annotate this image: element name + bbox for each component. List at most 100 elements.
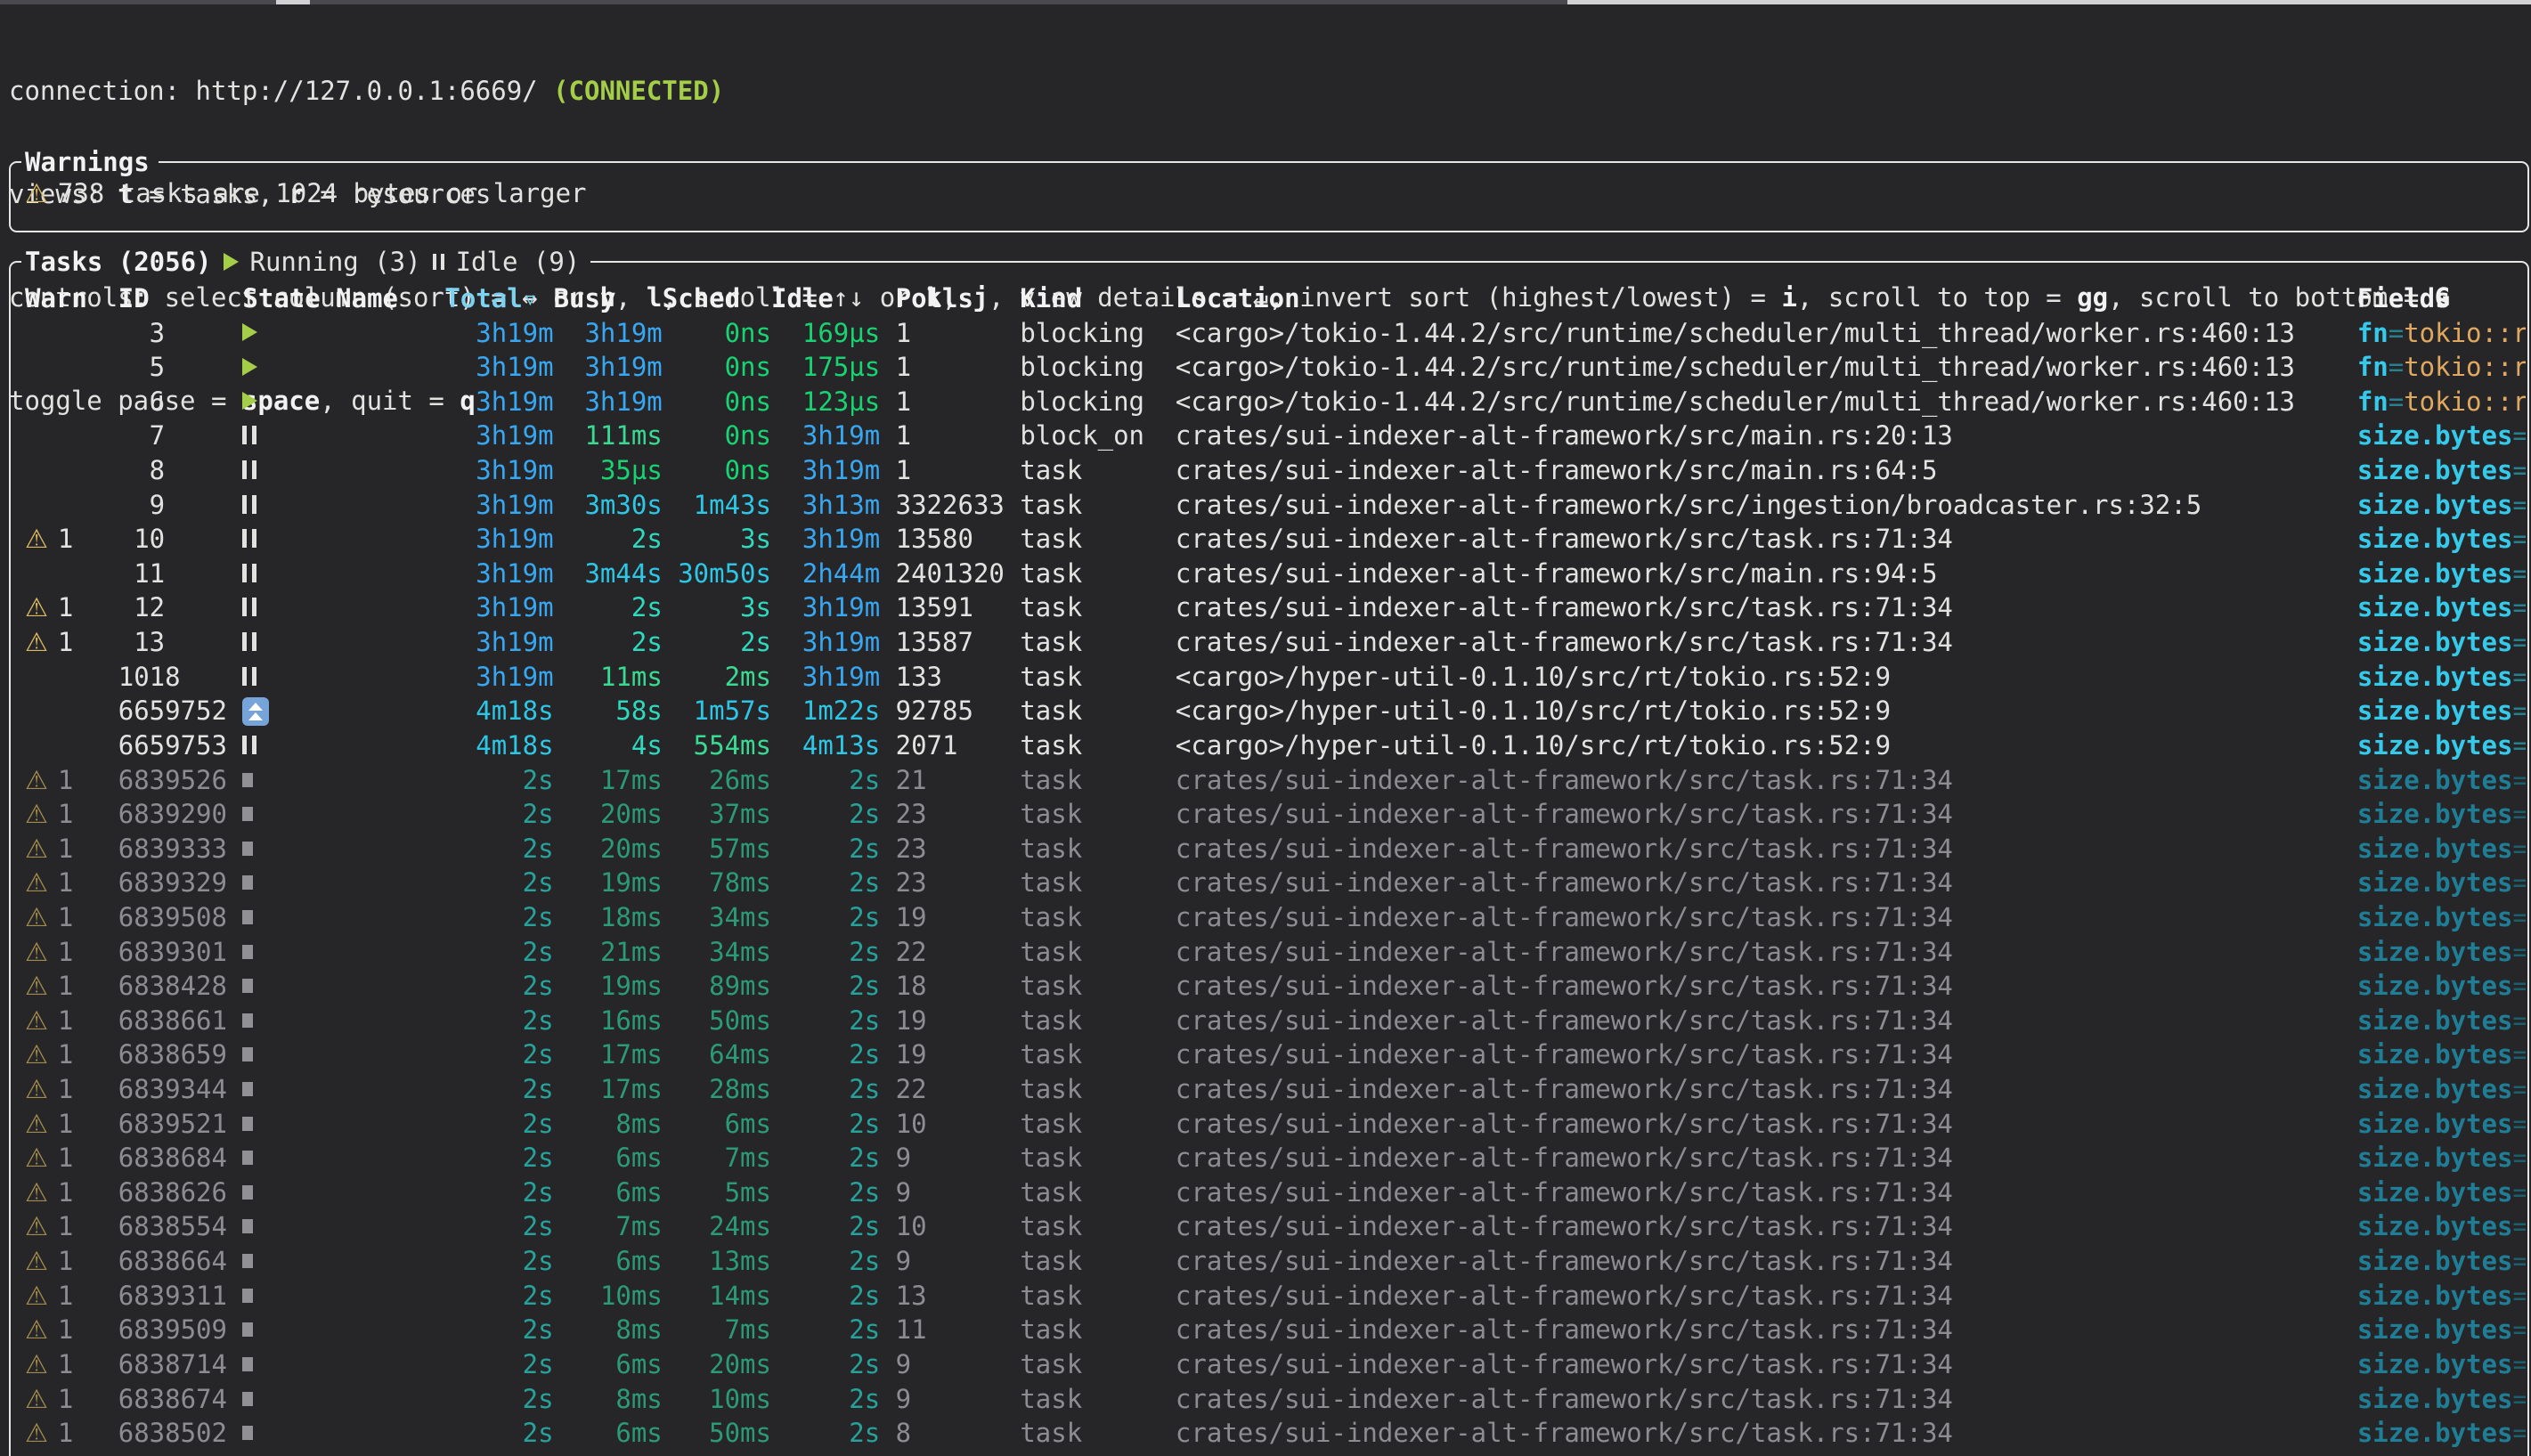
task-row[interactable]: 33h19m3h19m0ns169µs1blocking<cargo>/toki… <box>25 316 2526 351</box>
cell-total-duration: 2s <box>444 1037 553 1072</box>
task-row[interactable]: 63h19m3h19m0ns123µs1blocking<cargo>/toki… <box>25 385 2526 419</box>
cell-idle-duration: 2s <box>771 1416 880 1451</box>
cell-polls: 9 <box>896 1141 1021 1175</box>
total-value: 3h19m <box>476 318 553 348</box>
cell-fields: size.bytes= <box>2357 1072 2526 1107</box>
task-row[interactable]: ⚠1 103h19m2s3s3h19m13580taskcrates/sui-i… <box>25 522 2526 557</box>
col-header-sched[interactable]: Sched <box>663 281 771 316</box>
task-row[interactable]: ⚠168385542s7ms24ms2s10taskcrates/sui-ind… <box>25 1209 2526 1244</box>
busy-value: 3h19m <box>584 352 662 382</box>
tokio-console-app: { "info": { "connection": [ {"t": "conne… <box>0 0 2531 1444</box>
col-header-warn[interactable]: Warn <box>25 281 118 316</box>
idle-value: 2s <box>849 1039 880 1070</box>
task-row[interactable]: ⚠168393332s20ms57ms2s23taskcrates/sui-in… <box>25 832 2526 866</box>
col-header-total[interactable]: Total▿ <box>444 281 553 316</box>
cell-location: crates/sui-indexer-alt-framework/src/tas… <box>1176 1072 2357 1107</box>
col-header-name[interactable]: Name <box>336 281 444 316</box>
cell-location: crates/sui-indexer-alt-framework/src/tas… <box>1176 1244 2357 1279</box>
cell-state <box>242 316 336 351</box>
total-value: 2s <box>523 1211 554 1241</box>
cell-polls: 19 <box>896 1004 1021 1038</box>
total-value: 3h19m <box>476 592 553 622</box>
cell-busy-duration: 111ms <box>554 419 663 453</box>
total-value: 4m18s <box>476 730 553 761</box>
field-key: size.bytes <box>2357 937 2513 967</box>
task-row[interactable]: ⚠168395212s8ms6ms2s10taskcrates/sui-inde… <box>25 1107 2526 1142</box>
col-header-kind[interactable]: Kind <box>1020 281 1176 316</box>
idle-value: 1m22s <box>802 695 880 726</box>
task-row[interactable]: ⚠168386742s8ms10ms2s9taskcrates/sui-inde… <box>25 1382 2526 1417</box>
field-equals: = <box>2512 1109 2526 1139</box>
col-header-fields[interactable]: Fields <box>2357 281 2526 316</box>
task-row[interactable]: ⚠168387142s6ms20ms2s9taskcrates/sui-inde… <box>25 1347 2526 1382</box>
cell-sched-duration: 64ms <box>663 1037 771 1072</box>
cell-total-duration: 3h19m <box>444 385 553 419</box>
cell-busy-duration: 35µs <box>554 453 663 488</box>
task-row[interactable]: 113h19m3m44s30m50s2h44m2401320taskcrates… <box>25 557 2526 591</box>
cell-warn: ⚠1 <box>25 1209 118 1244</box>
running-icon <box>242 358 257 376</box>
col-header-busy[interactable]: Busy <box>554 281 663 316</box>
task-row[interactable]: ⚠168395092s8ms7ms2s11taskcrates/sui-inde… <box>25 1313 2526 1347</box>
cell-polls: 13591 <box>896 590 1021 625</box>
task-row[interactable]: ⚠168386842s6ms7ms2s9taskcrates/sui-index… <box>25 1141 2526 1175</box>
cell-idle-duration: 2s <box>771 866 880 900</box>
task-row[interactable]: 83h19m35µs0ns3h19m1taskcrates/sui-indexe… <box>25 453 2526 488</box>
cell-sched-duration: 30m50s <box>663 557 771 591</box>
task-row[interactable]: 66597524m18s58s1m57s1m22s92785task<cargo… <box>25 694 2526 728</box>
cell-fields: fn=tokio::r <box>2357 350 2526 385</box>
task-row[interactable]: ⚠168395082s18ms34ms2s19taskcrates/sui-in… <box>25 900 2526 935</box>
cell-busy-duration: 3m44s <box>554 557 663 591</box>
cell-polls: 13587 <box>896 625 1021 660</box>
total-value: 3h19m <box>476 662 553 692</box>
task-row[interactable]: 93h19m3m30s1m43s3h13m3322633taskcrates/s… <box>25 488 2526 523</box>
task-row[interactable]: ⚠168393292s19ms78ms2s23taskcrates/sui-in… <box>25 866 2526 900</box>
task-row[interactable]: 66597534m18s4s554ms4m13s2071task<cargo>/… <box>25 728 2526 763</box>
busy-value: 6ms <box>615 1418 662 1448</box>
cell-warn: ⚠1 <box>25 1175 118 1210</box>
cell-busy-duration: 3h19m <box>554 316 663 351</box>
col-header-state[interactable]: State <box>242 281 336 316</box>
cell-busy-duration: 2s <box>554 522 663 557</box>
task-row[interactable]: ⚠1 123h19m2s3s3h19m13591taskcrates/sui-i… <box>25 590 2526 625</box>
cell-task-id: 6838664 <box>118 1244 243 1279</box>
task-row[interactable]: 10183h19m11ms2ms3h19m133task<cargo>/hype… <box>25 660 2526 695</box>
cell-task-id: 6839301 <box>118 935 243 970</box>
cell-total-duration: 2s <box>444 1141 553 1175</box>
cell-kind: task <box>1020 1416 1176 1451</box>
task-row[interactable]: ⚠1 133h19m2s2s3h19m13587taskcrates/sui-i… <box>25 625 2526 660</box>
col-header-id[interactable]: ID <box>118 281 243 316</box>
col-header-polls[interactable]: Polls <box>896 281 1021 316</box>
cell-busy-duration: 17ms <box>554 763 663 798</box>
task-row[interactable]: ⚠168393012s21ms34ms2s22taskcrates/sui-in… <box>25 935 2526 970</box>
task-row[interactable]: ⚠168384282s19ms89ms2s18taskcrates/sui-in… <box>25 969 2526 1004</box>
cell-sched-duration: 78ms <box>663 866 771 900</box>
completed-icon <box>242 1185 253 1200</box>
cell-total-duration: 2s <box>444 1313 553 1347</box>
field-equals: = <box>2512 937 2526 967</box>
task-row[interactable]: ⚠168393112s10ms14ms2s13taskcrates/sui-in… <box>25 1279 2526 1314</box>
task-row[interactable]: ⚠168392902s20ms37ms2s23taskcrates/sui-in… <box>25 797 2526 832</box>
cell-total-duration: 3h19m <box>444 350 553 385</box>
task-row[interactable]: 73h19m111ms0ns3h19m1block_oncrates/sui-i… <box>25 419 2526 453</box>
task-row[interactable]: ⚠168386612s16ms50ms2s19taskcrates/sui-in… <box>25 1004 2526 1038</box>
cell-idle-duration: 2s <box>771 1313 880 1347</box>
task-row[interactable]: ⚠168395262s17ms26ms2s21taskcrates/sui-in… <box>25 763 2526 798</box>
cell-location: crates/sui-indexer-alt-framework/src/tas… <box>1176 832 2357 866</box>
task-row[interactable]: ⚠168386642s6ms13ms2s9taskcrates/sui-inde… <box>25 1244 2526 1279</box>
col-header-location[interactable]: Location <box>1176 281 2357 316</box>
task-row[interactable]: ⚠168393442s17ms28ms2s22taskcrates/sui-in… <box>25 1072 2526 1107</box>
cell-location: crates/sui-indexer-alt-framework/src/tas… <box>1176 1382 2357 1417</box>
task-row[interactable]: 53h19m3h19m0ns175µs1blocking<cargo>/toki… <box>25 350 2526 385</box>
total-value: 3h19m <box>476 490 553 520</box>
task-row[interactable]: ⚠168385022s6ms50ms2s8taskcrates/sui-inde… <box>25 1416 2526 1451</box>
task-row[interactable]: ⚠168386592s17ms64ms2s19taskcrates/sui-in… <box>25 1037 2526 1072</box>
total-value: 2s <box>523 1074 554 1104</box>
cell-busy-duration: 3m30s <box>554 488 663 523</box>
busy-value: 3m30s <box>584 490 662 520</box>
warning-triangle-icon: ⚠ <box>25 1037 58 1072</box>
task-row[interactable]: ⚠168386262s6ms5ms2s9taskcrates/sui-index… <box>25 1175 2526 1210</box>
col-header-idle[interactable]: Idle <box>771 281 880 316</box>
cell-location: crates/sui-indexer-alt-framework/src/tas… <box>1176 797 2357 832</box>
cell-kind: task <box>1020 1004 1176 1038</box>
